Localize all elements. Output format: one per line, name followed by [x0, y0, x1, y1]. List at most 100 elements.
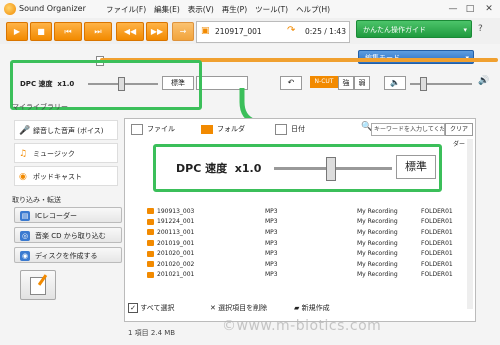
cell-artist: My Recording — [357, 271, 398, 279]
audio-file-icon — [147, 218, 154, 225]
easy-guide-button[interactable]: かんたん操作ガイド ▾ — [356, 20, 472, 38]
previous-button[interactable]: ⏮ — [54, 22, 82, 41]
list-icon — [131, 123, 143, 135]
sidebar-item-label: ミュージック — [33, 150, 75, 158]
volume-icon[interactable]: 🔈 — [384, 76, 406, 90]
playback-toolbar: ▶ ■ ⏮ ⏭ ◀◀ ▶▶ → ▣ 210917_001 ↷ 0:25 / 1:… — [0, 18, 500, 44]
menu-play[interactable]: 再生(P) — [222, 4, 247, 15]
file-icon: ▣ — [201, 26, 210, 36]
rewind-button[interactable]: ◀◀ — [116, 22, 144, 41]
microphone-icon: 🎤 — [19, 126, 31, 136]
jump-button[interactable]: → — [172, 22, 194, 41]
volume-slider-thumb[interactable] — [420, 77, 427, 91]
noise-cut-strong-button[interactable]: 強 — [338, 76, 354, 90]
ic-recorder-icon: ▤ — [20, 211, 30, 221]
app-title: Sound Organizer — [19, 4, 86, 13]
zoom-standard-button: 標準 — [396, 155, 436, 179]
sidebar-item-music[interactable]: ♫ ミュージック — [14, 143, 118, 163]
close-button[interactable]: ✕ — [482, 3, 496, 15]
audio-file-icon — [147, 229, 154, 236]
cell-format: MP3 — [265, 250, 278, 258]
cell-format: MP3 — [265, 260, 278, 268]
table-row[interactable]: 191224_001 MP3 My Recording FOLDER01 — [147, 217, 461, 228]
playback-time: 0:25 / 1:43 — [305, 27, 346, 36]
dpc-zoom-callout: DPC 速度 x1.0 標準 — [153, 144, 442, 192]
zoom-dpc-label: DPC 速度 x1.0 — [176, 162, 262, 175]
scrollbar[interactable] — [467, 139, 473, 309]
table-row[interactable]: 201019_001 MP3 My Recording FOLDER01 — [147, 238, 461, 249]
stop-button[interactable]: ■ — [30, 22, 52, 41]
search-input[interactable]: キーワードを入力してください — [371, 123, 445, 136]
audio-file-icon — [147, 240, 154, 247]
sidebar-item-voice[interactable]: 🎤 録音した音声 (ボイス) — [14, 120, 118, 140]
zoom-dpc-slider-thumb — [326, 157, 336, 181]
cell-format: MP3 — [265, 271, 278, 279]
tab-folder[interactable]: フォルダ — [201, 122, 245, 136]
title-bar: Sound Organizer ファイル(F) 編集(E) 表示(V) 再生(P… — [0, 0, 500, 19]
maximize-button[interactable]: □ — [463, 3, 477, 15]
file-table: 190913_003 MP3 My Recording FOLDER01 191224_… — [147, 206, 461, 280]
help-icon[interactable]: ? — [478, 24, 483, 34]
clear-button[interactable]: クリア — [445, 123, 473, 136]
noise-cut-weak-button[interactable]: 弱 — [354, 76, 370, 90]
cell-name: 191224_001 — [157, 218, 195, 226]
minimize-button[interactable]: — — [446, 3, 460, 15]
cell-folder: FOLDER01 — [421, 239, 453, 247]
audio-file-icon — [147, 208, 154, 215]
sidebar-item-label: 録音した音声 (ボイス) — [33, 127, 104, 135]
next-button[interactable]: ⏭ — [84, 22, 112, 41]
sidebar-item-label: ポッドキャスト — [33, 173, 82, 181]
menu-tools[interactable]: ツール(T) — [255, 4, 288, 15]
table-row[interactable]: 200113_001 MP3 My Recording FOLDER01 — [147, 227, 461, 238]
repeat-icon[interactable]: ↷ — [287, 25, 295, 36]
fast-forward-button[interactable]: ▶▶ — [146, 22, 168, 41]
column-header-folder[interactable]: ダー — [453, 139, 465, 148]
select-all-checkbox[interactable]: ✓ すべて選択 — [128, 303, 174, 313]
cell-artist: My Recording — [357, 228, 398, 236]
cell-folder: FOLDER01 — [421, 228, 453, 236]
cell-format: MP3 — [265, 218, 278, 226]
cd-icon: ◎ — [20, 231, 30, 241]
create-disc-button[interactable]: ◉ ディスクを作成する — [14, 247, 122, 263]
calendar-icon — [275, 123, 287, 135]
cell-folder: FOLDER01 — [421, 260, 453, 268]
library-title: マイライブラリー — [12, 103, 68, 111]
cell-artist: My Recording — [357, 250, 398, 258]
cell-artist: My Recording — [357, 218, 398, 226]
cell-name: 190913_003 — [157, 207, 195, 215]
table-row[interactable]: 201020_002 MP3 My Recording FOLDER01 — [147, 259, 461, 270]
cell-format: MP3 — [265, 207, 278, 215]
menu-file[interactable]: ファイル(F) — [106, 4, 146, 15]
audio-file-icon — [147, 261, 154, 268]
new-playlist-button[interactable]: ▰ 新規作成 — [294, 303, 330, 313]
music-note-icon: ♫ — [19, 149, 28, 159]
current-file-name: 210917_001 — [215, 27, 262, 36]
undo-icon[interactable]: ↶ — [280, 76, 302, 90]
cell-format: MP3 — [265, 228, 278, 236]
volume-max-icon: 🔊 — [478, 76, 490, 86]
cell-name: 201020_001 — [157, 250, 195, 258]
status-bar: 1 項目 2.4 MB — [128, 329, 176, 337]
cell-format: MP3 — [265, 239, 278, 247]
table-row[interactable]: 201020_001 MP3 My Recording FOLDER01 — [147, 248, 461, 259]
delete-selected-button[interactable]: ✕ 選択項目を削除 — [210, 303, 267, 313]
play-button[interactable]: ▶ — [6, 22, 28, 41]
menu-bar: ファイル(F) 編集(E) 表示(V) 再生(P) ツール(T) ヘルプ(H) — [106, 4, 330, 15]
menu-help[interactable]: ヘルプ(H) — [296, 4, 330, 15]
podcast-icon: ◉ — [19, 172, 27, 182]
tab-date[interactable]: 日付 — [275, 122, 305, 136]
ic-recorder-button[interactable]: ▤ ICレコーダー — [14, 207, 122, 223]
chevron-down-icon: ▾ — [463, 26, 467, 34]
cell-name: 201019_001 — [157, 239, 195, 247]
menu-view[interactable]: 表示(V) — [188, 4, 214, 15]
table-row[interactable]: 190913_003 MP3 My Recording FOLDER01 — [147, 206, 461, 217]
edit-notes-button[interactable] — [20, 270, 56, 300]
cell-folder: FOLDER01 — [421, 218, 453, 226]
tab-file[interactable]: ファイル — [131, 122, 175, 136]
menu-edit[interactable]: 編集(E) — [154, 4, 180, 15]
table-row[interactable]: 201021_001 MP3 My Recording FOLDER01 — [147, 270, 461, 281]
noise-cut-button[interactable]: N-CUT — [310, 76, 338, 88]
new-folder-icon: ▰ — [294, 304, 300, 312]
import-cd-button[interactable]: ◎ 音楽 CD から取り込む — [14, 227, 122, 243]
sidebar-item-podcast[interactable]: ◉ ポッドキャスト — [14, 166, 118, 186]
